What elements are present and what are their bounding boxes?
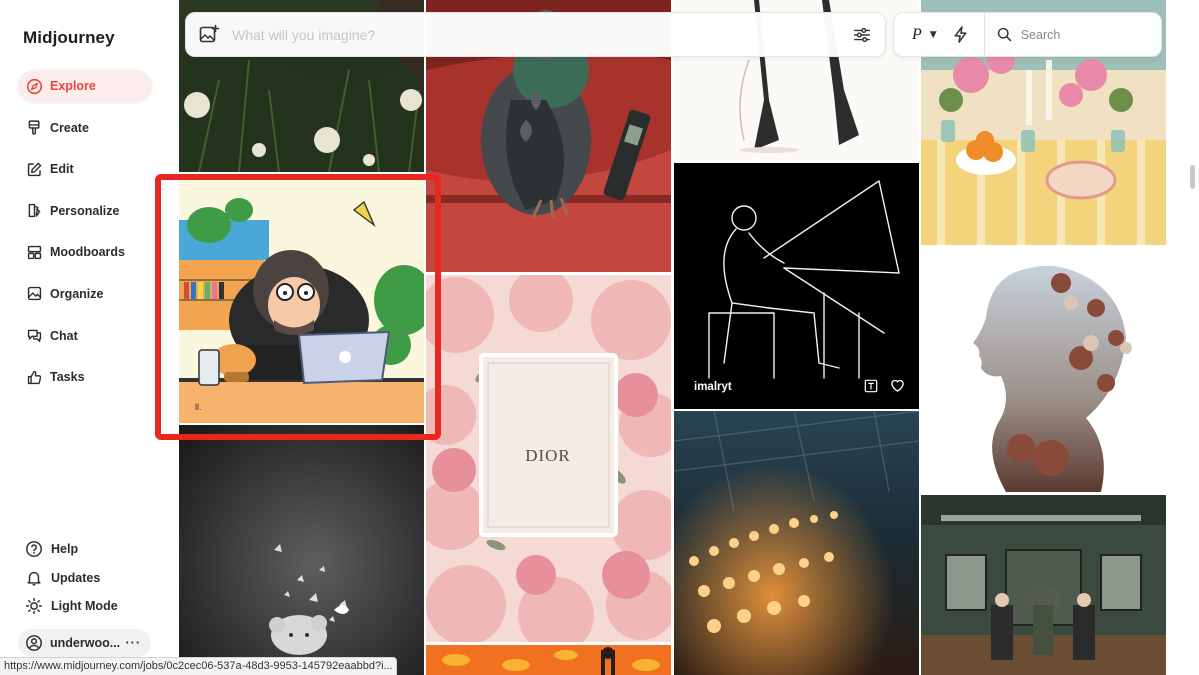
sidebar-item-label: Chat: [50, 328, 78, 343]
sidebar-item-explore[interactable]: Explore: [18, 70, 152, 102]
chat-icon: [25, 327, 43, 345]
light-mode-toggle[interactable]: Light Mode: [18, 593, 152, 619]
user-menu[interactable]: underwoo... ···: [18, 629, 151, 657]
comic-illustration: ll.: [179, 180, 424, 423]
settings-sliders-icon[interactable]: [851, 24, 873, 46]
user-avatar-icon: [25, 634, 43, 652]
right-toolbar: P ▼: [893, 12, 1162, 57]
brush-icon: [25, 119, 43, 137]
search-input[interactable]: [1020, 27, 1141, 42]
sidebar-item-label: Tasks: [50, 370, 85, 385]
moodboard-icon: [25, 243, 43, 261]
chevron-down-icon: ▼: [929, 29, 937, 40]
sidebar-item-label: Create: [50, 120, 89, 135]
tile-hover-overlay: imalryt: [674, 359, 919, 409]
sidebar-item-label: Edit: [50, 162, 74, 177]
search-icon: [996, 26, 1014, 44]
dior-label: DIOR: [525, 446, 571, 465]
add-image-icon[interactable]: [198, 24, 220, 46]
updates-link[interactable]: Updates: [18, 565, 152, 591]
bolt-icon[interactable]: [951, 25, 971, 45]
app-logo[interactable]: Midjourney: [23, 28, 115, 48]
personalization-label: P: [912, 25, 922, 43]
compass-icon: [25, 77, 43, 95]
sidebar-item-label: Moodboards: [50, 245, 125, 260]
bell-icon: [24, 568, 44, 588]
light-mode-label: Light Mode: [51, 599, 118, 613]
subway-train-image: [921, 495, 1166, 675]
username: underwoo...: [50, 636, 121, 650]
orange-leaves-image: [426, 645, 671, 675]
dior-flowers-image: DIOR: [426, 275, 671, 642]
heart-icon[interactable]: [890, 378, 905, 393]
text-prompt-icon[interactable]: [864, 379, 878, 393]
sidebar-item-moodboards[interactable]: Moodboards: [18, 236, 152, 268]
feed-tile-butterflies[interactable]: [179, 425, 424, 675]
edit-icon: [25, 160, 43, 178]
help-icon: [24, 539, 44, 559]
personalization-dropdown[interactable]: P ▼: [912, 26, 937, 44]
image-icon: [25, 285, 43, 303]
status-url-bar: https://www.midjourney.com/jobs/0c2cec06…: [0, 657, 397, 675]
sun-icon: [24, 596, 44, 616]
help-label: Help: [51, 542, 79, 556]
stage-lights-image: [674, 411, 919, 675]
sidebar-nav: Explore Create Edit Personalize Moodboar…: [18, 70, 152, 403]
sidebar-item-label: Personalize: [50, 203, 120, 218]
prompt-input[interactable]: [232, 26, 851, 43]
page-scrollbar[interactable]: [1190, 165, 1195, 189]
feed-tile-piano[interactable]: imalryt: [674, 163, 919, 409]
updates-label: Updates: [51, 570, 101, 585]
tile-author[interactable]: imalryt: [694, 381, 732, 393]
thumbs-up-icon: [25, 368, 43, 386]
feed-tile-subway[interactable]: [921, 495, 1166, 675]
feed-tile-comic[interactable]: ll.: [179, 180, 424, 423]
sidebar: Midjourney Explore Create Edit Personali…: [0, 0, 168, 675]
butterflies-image: [179, 425, 424, 675]
comic-sign-text: ll.: [195, 402, 202, 412]
feed-tile-dior-flowers[interactable]: DIOR: [426, 275, 671, 642]
toolbar-divider: [983, 12, 985, 57]
sidebar-bottom: Help Updates Light Mode: [18, 536, 152, 622]
double-exposure-portrait: [921, 248, 1166, 492]
prompt-bar: [185, 12, 886, 57]
help-link[interactable]: Help: [18, 536, 152, 562]
personalize-icon: [25, 202, 43, 220]
sidebar-item-label: Organize: [50, 286, 104, 301]
sidebar-item-personalize[interactable]: Personalize: [18, 195, 152, 227]
sidebar-item-chat[interactable]: Chat: [18, 320, 152, 352]
app-root: Midjourney Explore Create Edit Personali…: [0, 0, 1199, 675]
feed-tile-lights[interactable]: [674, 411, 919, 675]
sidebar-item-tasks[interactable]: Tasks: [18, 361, 152, 393]
feed-tile-orange[interactable]: [426, 645, 671, 675]
sidebar-item-edit[interactable]: Edit: [18, 153, 152, 185]
sidebar-item-label: Explore: [50, 79, 96, 93]
sidebar-item-organize[interactable]: Organize: [18, 278, 152, 310]
more-options-button[interactable]: ···: [126, 636, 142, 650]
sidebar-item-create[interactable]: Create: [18, 112, 152, 144]
feed-tile-silhouette[interactable]: [921, 248, 1166, 492]
